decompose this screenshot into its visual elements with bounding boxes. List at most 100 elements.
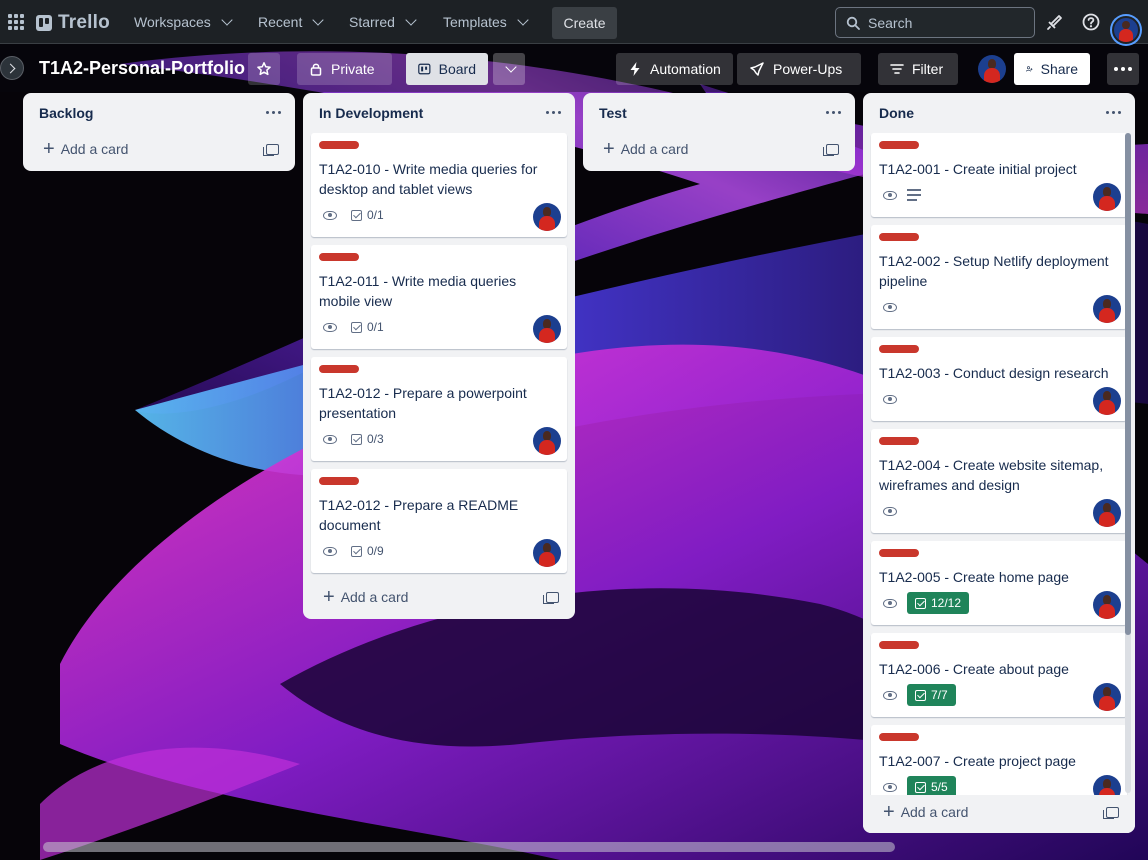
member-avatar[interactable]: [978, 55, 1006, 83]
card-template-icon[interactable]: [1103, 807, 1119, 819]
star-button[interactable]: [248, 53, 280, 85]
help-icon[interactable]: [1077, 8, 1105, 36]
card-member-avatar[interactable]: [1093, 683, 1121, 711]
card[interactable]: T1A2-003 - Conduct design research: [871, 337, 1127, 421]
card-label[interactable]: [879, 345, 919, 353]
lock-icon: [310, 63, 322, 76]
card-label[interactable]: [879, 549, 919, 557]
card[interactable]: T1A2-004 - Create website sitemap, wiref…: [871, 429, 1127, 533]
list-in-development: In Development T1A2-010 - Write media qu…: [303, 93, 575, 619]
card-template-icon[interactable]: [823, 144, 839, 156]
card-title: T1A2-012 - Prepare a README document: [319, 497, 519, 533]
user-avatar[interactable]: [1112, 15, 1140, 44]
card[interactable]: T1A2-007 - Create project page 5/5: [871, 725, 1127, 795]
card-label[interactable]: [879, 141, 919, 149]
card-badges: 0/1: [319, 316, 388, 338]
card-member-avatar[interactable]: [1093, 387, 1121, 415]
visibility-button[interactable]: Private: [297, 53, 392, 85]
list-scrollbar-track[interactable]: [1125, 133, 1131, 793]
card-label[interactable]: [319, 253, 359, 261]
card-member-avatar[interactable]: [1093, 499, 1121, 527]
board-view-button[interactable]: Board: [406, 53, 488, 85]
card-badges: 7/7: [879, 684, 956, 706]
card-label[interactable]: [319, 141, 359, 149]
plus-icon: +: [43, 138, 55, 160]
checklist-count: 0/3: [367, 432, 384, 446]
add-card-button[interactable]: + Add a card: [311, 581, 531, 613]
card-member-avatar[interactable]: [533, 539, 561, 567]
card-label[interactable]: [319, 365, 359, 373]
templates-menu[interactable]: Templates: [435, 7, 535, 37]
card[interactable]: T1A2-002 - Setup Netlify deployment pipe…: [871, 225, 1127, 329]
starred-menu[interactable]: Starred: [341, 7, 423, 37]
list-title[interactable]: Test: [599, 105, 627, 121]
search-input[interactable]: [868, 14, 1018, 31]
board-horizontal-scrollbar[interactable]: [43, 842, 895, 852]
board-title[interactable]: T1A2-Personal-Portfolio: [39, 58, 245, 79]
workspaces-menu[interactable]: Workspaces: [126, 7, 239, 37]
card-badges: 0/9: [319, 540, 388, 562]
card-label[interactable]: [879, 233, 919, 241]
board-header: T1A2-Personal-Portfolio Private Board Au…: [0, 44, 1148, 92]
card[interactable]: T1A2-012 - Prepare a README document 0/9: [311, 469, 567, 573]
watching-icon: [319, 205, 341, 225]
list-title[interactable]: Backlog: [39, 105, 93, 121]
create-button[interactable]: Create: [552, 7, 617, 39]
recent-menu[interactable]: Recent: [250, 7, 330, 37]
notifications-icon[interactable]: [1041, 8, 1069, 36]
card-template-icon[interactable]: [543, 592, 559, 604]
expand-sidebar-button[interactable]: [0, 56, 24, 80]
card-label[interactable]: [319, 477, 359, 485]
list-backlog: Backlog + Add a card: [23, 93, 295, 171]
card-title: T1A2-001 - Create initial project: [879, 161, 1077, 177]
card-member-avatar[interactable]: [533, 203, 561, 231]
chevron-down-icon: [505, 61, 517, 73]
trello-logo[interactable]: Trello: [36, 12, 110, 34]
add-card-button[interactable]: + Add a card: [31, 133, 251, 165]
card[interactable]: T1A2-010 - Write media queries for deskt…: [311, 133, 567, 237]
list-menu-icon[interactable]: [544, 105, 563, 120]
card-member-avatar[interactable]: [1093, 295, 1121, 323]
card[interactable]: T1A2-011 - Write media queries mobile vi…: [311, 245, 567, 349]
share-button[interactable]: Share: [1014, 53, 1090, 85]
add-card-label: Add a card: [620, 141, 689, 157]
add-member-icon: [1026, 66, 1033, 72]
list-title[interactable]: In Development: [319, 105, 423, 121]
list-menu-icon[interactable]: [824, 105, 843, 120]
card-member-avatar[interactable]: [533, 315, 561, 343]
app-switcher-icon[interactable]: [8, 14, 24, 30]
automation-button[interactable]: Automation: [616, 53, 733, 85]
templates-label: Templates: [443, 14, 507, 30]
card-label[interactable]: [879, 641, 919, 649]
card-member-avatar[interactable]: [1093, 775, 1121, 795]
rocket-icon: [750, 62, 764, 76]
list-menu-icon[interactable]: [264, 105, 283, 120]
card-template-icon[interactable]: [263, 144, 279, 156]
powerups-button[interactable]: Power-Ups: [737, 53, 861, 85]
card-member-avatar[interactable]: [1093, 591, 1121, 619]
board-menu-button[interactable]: [1107, 53, 1139, 85]
card-member-avatar[interactable]: [533, 427, 561, 455]
search-box[interactable]: [835, 7, 1035, 38]
card-label[interactable]: [879, 437, 919, 445]
list-title[interactable]: Done: [879, 105, 914, 121]
checkbox-icon: [351, 209, 362, 221]
card-member-avatar[interactable]: [1093, 183, 1121, 211]
card[interactable]: T1A2-006 - Create about page 7/7: [871, 633, 1127, 717]
checklist-badge: 0/3: [347, 428, 388, 450]
card-label[interactable]: [879, 733, 919, 741]
done-list-footer: + Add a card: [863, 795, 1135, 833]
list-scrollbar-thumb[interactable]: [1125, 133, 1131, 635]
visibility-label: Private: [331, 61, 375, 77]
checklist-count: 5/5: [931, 780, 948, 794]
filter-button[interactable]: Filter: [878, 53, 958, 85]
card[interactable]: T1A2-001 - Create initial project: [871, 133, 1127, 217]
list-cards-container[interactable]: T1A2-001 - Create initial project T1A2-00…: [863, 133, 1135, 795]
card[interactable]: T1A2-012 - Prepare a powerpoint presenta…: [311, 357, 567, 461]
add-card-button[interactable]: + Add a card: [871, 796, 1091, 828]
add-card-button[interactable]: + Add a card: [591, 133, 811, 165]
list-menu-icon[interactable]: [1104, 105, 1123, 120]
checkbox-icon: [351, 433, 362, 445]
card[interactable]: T1A2-005 - Create home page 12/12: [871, 541, 1127, 625]
view-switcher-button[interactable]: [493, 53, 525, 85]
